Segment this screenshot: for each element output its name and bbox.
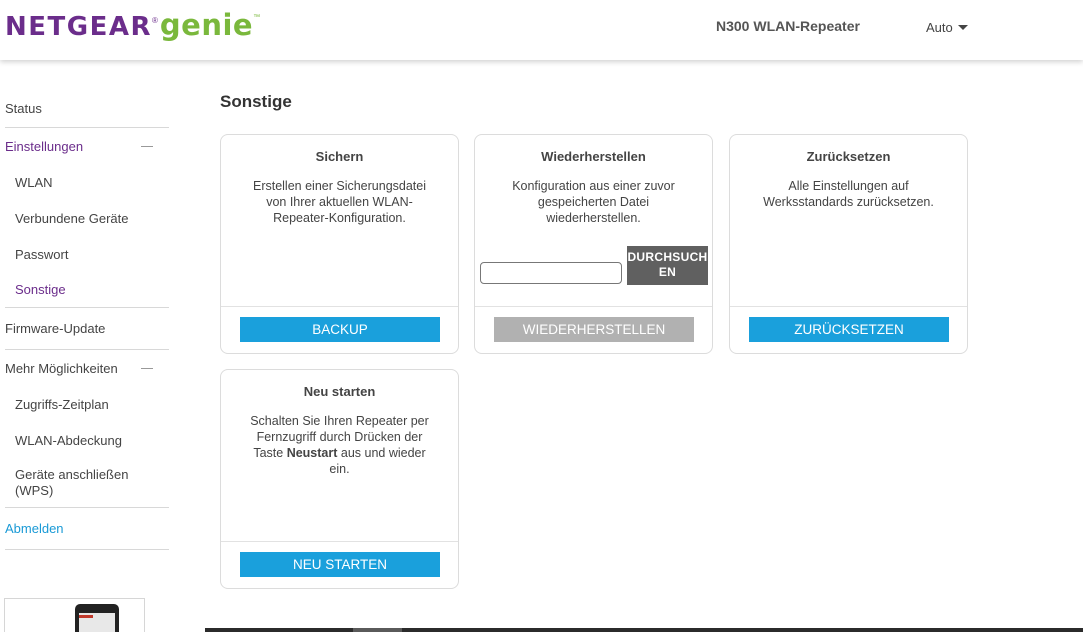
app-promo-thumbnail[interactable] xyxy=(4,598,145,632)
sidebar-item-einstellungen[interactable]: Einstellungen xyxy=(5,128,169,164)
sidebar-item-wps[interactable]: Geräte anschließen (WPS) xyxy=(5,458,169,508)
card-reboot: Neu starten Schalten Sie Ihren Repeater … xyxy=(220,369,459,589)
trademark-mark: ™ xyxy=(253,14,261,21)
sidebar-item-label: Sonstige xyxy=(15,282,66,297)
card-description-part: aus und wieder ein. xyxy=(329,446,426,476)
logo-brand-text: NETGEAR xyxy=(5,12,152,42)
factory-reset-button[interactable]: ZURÜCKSETZEN xyxy=(749,317,949,342)
browse-button[interactable]: DURCHSUCHEN xyxy=(627,246,708,285)
sidebar-item-verbundene-geraete[interactable]: Verbundene Geräte xyxy=(5,200,169,236)
card-divider xyxy=(221,541,458,542)
card-description-bold: Neustart xyxy=(286,446,338,460)
minus-icon[interactable] xyxy=(141,145,153,147)
sidebar-item-label: Passwort xyxy=(15,246,69,262)
logo-product-text: genie xyxy=(159,8,254,42)
sidebar-item-label: Zugriffs-Zeitplan xyxy=(15,396,109,412)
reboot-button[interactable]: NEU STARTEN xyxy=(240,552,440,577)
card-title: Zurücksetzen xyxy=(806,149,891,164)
card-description: Alle Einstellungen auf Werksstandards zu… xyxy=(763,179,934,209)
card-divider xyxy=(730,306,967,307)
sidebar-item-label: WLAN-Abdeckung xyxy=(15,432,122,448)
sidebar-item-label: Status xyxy=(5,101,42,116)
card-backup: Sichern Erstellen einer Sicherungsdatei … xyxy=(220,134,459,354)
sidebar-item-firmware-update[interactable]: Firmware-Update xyxy=(5,308,169,350)
sidebar-item-sonstige[interactable]: Sonstige xyxy=(5,272,169,308)
sidebar-item-status[interactable]: Status xyxy=(5,90,169,128)
caret-down-icon xyxy=(957,25,968,30)
registered-mark: ® xyxy=(152,16,158,25)
sidebar-item-zugriffs-zeitplan[interactable]: Zugriffs-Zeitplan xyxy=(5,386,169,422)
sidebar-item-abmelden[interactable]: Abmelden xyxy=(5,508,169,550)
smartphone-icon xyxy=(75,604,119,632)
device-name: N300 WLAN-Repeater xyxy=(716,18,860,34)
language-select-value: Auto xyxy=(926,20,953,35)
card-divider xyxy=(221,306,458,307)
card-title: Wiederherstellen xyxy=(541,149,646,164)
sidebar-item-label: Geräte anschließen (WPS) xyxy=(15,466,129,498)
netgear-genie-logo: NETGEAR ® genie ™ xyxy=(5,8,260,44)
card-description: Erstellen einer Sicherungsdatei von Ihre… xyxy=(252,179,427,225)
minus-icon[interactable] xyxy=(141,367,153,369)
language-select[interactable]: Auto xyxy=(926,20,968,35)
sidebar-item-label: Abmelden xyxy=(5,521,64,536)
backup-button[interactable]: BACKUP xyxy=(240,317,440,342)
sidebar-item-mehr-moeglichkeiten[interactable]: Mehr Möglichkeiten xyxy=(5,350,169,386)
sidebar-item-label: Verbundene Geräte xyxy=(15,210,129,226)
sidebar-item-label: Einstellungen xyxy=(5,138,84,154)
sidebar-item-wlan[interactable]: WLAN xyxy=(5,164,169,200)
card-description: Schalten Sie Ihren Repeater per Fernzugr… xyxy=(243,413,436,477)
page-title: Sonstige xyxy=(220,92,292,111)
bottom-strip-segment xyxy=(353,628,402,632)
sidebar-item-wlan-abdeckung[interactable]: WLAN-Abdeckung xyxy=(5,422,169,458)
card-description: Konfiguration aus einer zuvor gespeicher… xyxy=(512,179,675,225)
restore-button[interactable]: WIEDERHERSTELLEN xyxy=(494,317,694,342)
sidebar-item-passwort[interactable]: Passwort xyxy=(5,236,169,272)
bottom-strip xyxy=(205,628,1083,632)
sidebar-item-label: Firmware-Update xyxy=(5,321,106,336)
sidebar-item-label: Mehr Möglichkeiten xyxy=(5,360,118,376)
card-title: Neu starten xyxy=(303,384,376,399)
card-divider xyxy=(475,306,712,307)
phone-screen-bar xyxy=(79,615,93,618)
card-title: Sichern xyxy=(315,149,364,164)
card-factory-reset: Zurücksetzen Alle Einstellungen auf Werk… xyxy=(729,134,968,354)
sidebar-nav: Status Einstellungen WLAN Verbundene Ger… xyxy=(5,90,169,550)
restore-file-field[interactable] xyxy=(480,262,622,284)
sidebar-item-label: WLAN xyxy=(15,174,53,190)
card-restore: Wiederherstellen Konfiguration aus einer… xyxy=(474,134,713,354)
top-header: NETGEAR ® genie ™ N300 WLAN-Repeater Aut… xyxy=(0,0,1083,60)
